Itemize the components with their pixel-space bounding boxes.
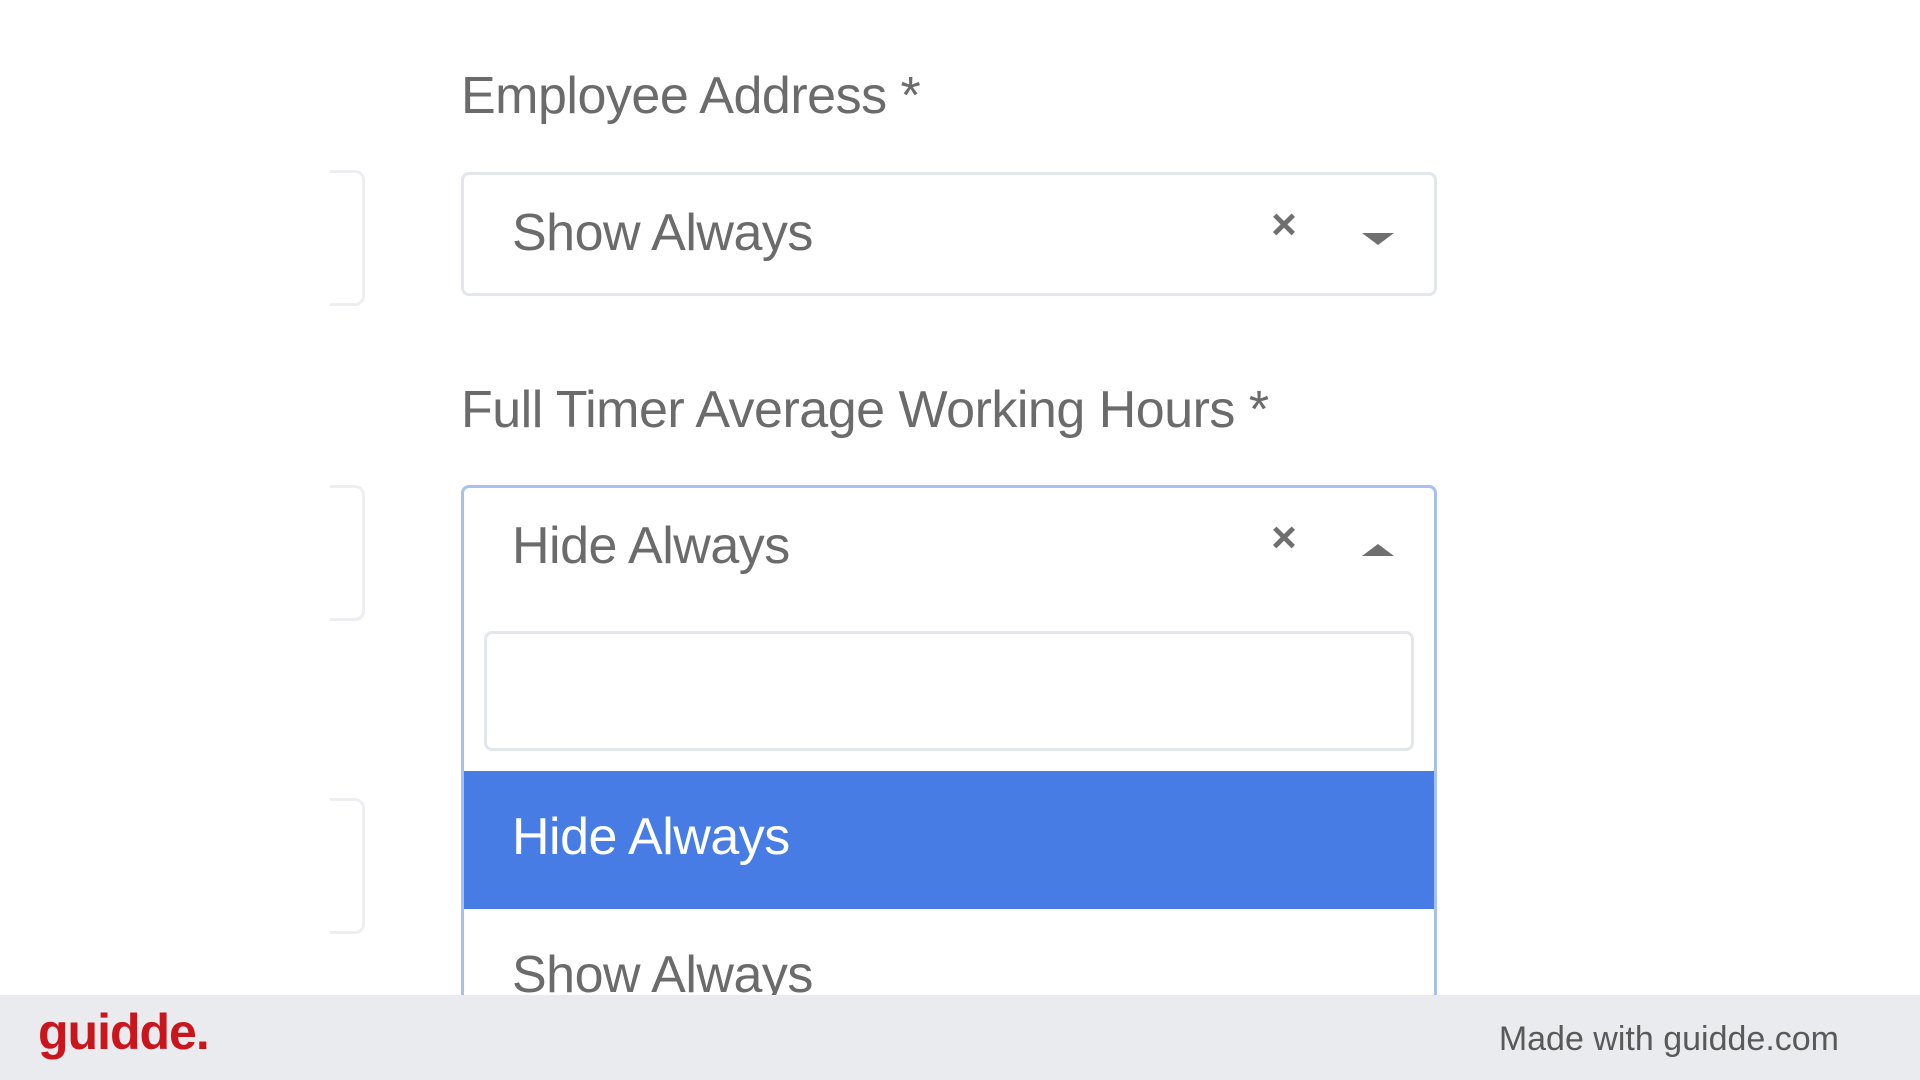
made-with-text: Made with guidde.com [1498,1020,1839,1058]
full-timer-hours-value: Hide Always [512,517,790,575]
clear-icon[interactable]: × [1264,203,1304,247]
employee-address-select[interactable]: Show Always × [461,172,1437,296]
guidde-logo: guidde. [38,1004,210,1060]
option-label: Hide Always [512,808,790,866]
neighbor-field-edge [330,485,365,621]
neighbor-field-edge [330,170,365,306]
full-timer-hours-select[interactable]: Hide Always × Hide Always Show Always [461,485,1437,1045]
chevron-up-icon[interactable] [1362,544,1394,556]
neighbor-field-edge [330,798,365,934]
employee-address-label: Employee Address * [461,67,921,125]
employee-address-value: Show Always [512,204,813,262]
chevron-down-icon[interactable] [1362,233,1394,245]
full-timer-hours-label: Full Timer Average Working Hours * [461,381,1269,439]
screen: Employee Address * Show Always × Full Ti… [0,0,1920,1080]
footer-bar: guidde. Made with guidde.com [0,995,1920,1080]
dropdown-search-input[interactable] [484,631,1414,751]
clear-icon[interactable]: × [1264,516,1304,560]
dropdown-option-hide-always[interactable]: Hide Always [464,771,1434,909]
